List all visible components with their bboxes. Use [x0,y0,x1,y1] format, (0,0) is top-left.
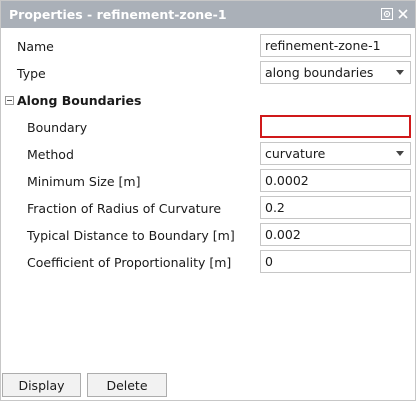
chevron-down-icon [396,70,404,75]
typical-distance-label: Typical Distance to Boundary [m] [27,228,235,243]
method-value: curvature [265,146,326,161]
boundary-field[interactable] [260,115,411,138]
typical-distance-field[interactable]: 0.002 [260,223,411,246]
display-button[interactable]: Display [2,373,81,397]
type-label: Type [17,66,46,81]
name-value: refinement-zone-1 [265,38,381,53]
properties-panel: Properties - refinement-zone-1 Name refi… [0,0,416,401]
fraction-field[interactable]: 0.2 [260,196,411,219]
minimum-size-field[interactable]: 0.0002 [260,169,411,192]
typical-distance-value: 0.002 [265,227,301,242]
fraction-label: Fraction of Radius of Curvature [27,201,222,216]
along-boundaries-group-header[interactable]: Along Boundaries [5,93,141,108]
minimum-size-value: 0.0002 [265,173,309,188]
collapse-icon[interactable] [5,96,14,105]
minimum-size-label: Minimum Size [m] [27,174,141,189]
panel-title: Properties - refinement-zone-1 [9,7,227,22]
chevron-down-icon [396,151,404,156]
type-dropdown[interactable]: along boundaries [260,61,411,84]
boundary-label: Boundary [27,120,88,135]
close-icon[interactable] [397,8,409,20]
coefficient-label: Coefficient of Proportionality [m] [27,255,232,270]
name-field[interactable]: refinement-zone-1 [260,34,411,57]
titlebar-icons [381,7,409,21]
coefficient-field[interactable]: 0 [260,250,411,273]
method-label: Method [27,147,74,162]
method-dropdown[interactable]: curvature [260,142,411,165]
panel-titlebar: Properties - refinement-zone-1 [1,1,415,28]
settings-icon[interactable] [381,8,393,20]
type-value: along boundaries [265,65,374,80]
delete-button[interactable]: Delete [87,373,167,397]
along-boundaries-label: Along Boundaries [17,93,142,108]
coefficient-value: 0 [265,254,273,269]
name-label: Name [17,39,54,54]
fraction-value: 0.2 [265,200,285,215]
